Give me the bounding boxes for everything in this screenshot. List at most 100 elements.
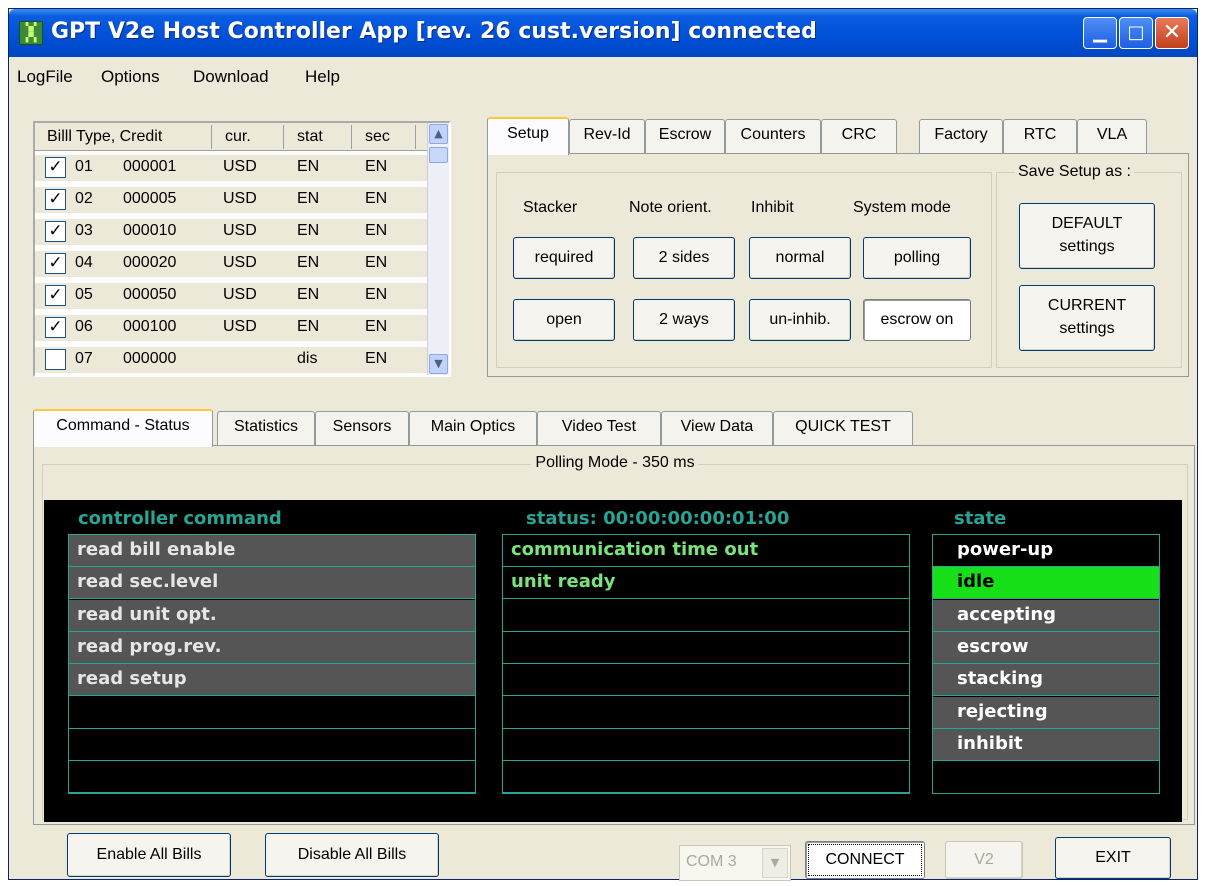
tab-rev-id[interactable]: Rev-Id	[569, 119, 645, 153]
tab-vla[interactable]: VLA	[1077, 119, 1147, 153]
tab-video-test[interactable]: Video Test	[537, 411, 661, 445]
v2-button[interactable]: V2	[945, 841, 1023, 879]
save-current-button[interactable]: CURRENT settings	[1019, 285, 1155, 351]
bill-enable-checkbox[interactable]: ✓	[45, 253, 66, 274]
command-row	[69, 697, 475, 729]
tab-statistics[interactable]: Statistics	[217, 411, 315, 445]
status-row	[503, 729, 909, 761]
bill-cell-cur: USD	[223, 286, 257, 303]
bill-enable-checkbox[interactable]: ✓	[45, 221, 66, 242]
minimize-button[interactable]: ▁	[1083, 17, 1117, 49]
status-row	[503, 600, 909, 632]
bill-cell-credit: 000020	[123, 254, 177, 271]
bill-cell-credit: 000010	[123, 222, 177, 239]
com-port-select[interactable]: COM 3 ▼	[679, 845, 791, 881]
bill-cell-stat: EN	[297, 286, 320, 303]
command-row	[69, 729, 475, 761]
inhibit-normal-button[interactable]: normal	[749, 237, 851, 279]
stacker-open-button[interactable]: open	[513, 299, 615, 341]
stacker-required-button[interactable]: required	[513, 237, 615, 279]
maximize-button[interactable]: □	[1119, 17, 1153, 49]
tab-escrow[interactable]: Escrow	[645, 119, 725, 153]
exit-button[interactable]: EXIT	[1055, 837, 1171, 879]
label-stacker: Stacker	[523, 199, 578, 216]
connect-button[interactable]: CONNECT	[805, 841, 925, 879]
bill-cell-stat: EN	[297, 190, 320, 207]
title-bar[interactable]: ▚▞ ▞▚ GPT V2e Host Controller App [rev. 2…	[9, 9, 1197, 57]
tab-factory[interactable]: Factory	[919, 119, 1003, 153]
bill-enable-checkbox[interactable]	[45, 349, 66, 370]
mode-escrow-on-button[interactable]: escrow on	[863, 299, 971, 341]
state-title: state	[954, 508, 1007, 529]
bill-enable-checkbox[interactable]: ✓	[45, 285, 66, 306]
menu-download[interactable]: Download	[193, 67, 269, 87]
command-row: read sec.level	[69, 567, 475, 600]
header-bill-type[interactable]: Billl Type, Credit	[47, 128, 162, 146]
bill-cell-cur: USD	[223, 254, 257, 271]
bill-cell-stat: EN	[297, 158, 320, 175]
tab-setup[interactable]: Setup	[487, 117, 569, 155]
state-row: stacking	[933, 664, 1159, 697]
bill-row[interactable]: ✓ 02 000005 USD EN EN	[35, 187, 427, 213]
bill-cell-num: 03	[75, 222, 93, 239]
status-list: communication time out unit ready	[502, 534, 910, 794]
dropdown-arrow-icon[interactable]: ▼	[762, 848, 788, 878]
header-stat[interactable]: stat	[297, 128, 323, 146]
orient-2-sides-button[interactable]: 2 sides	[633, 237, 735, 279]
tab-main-optics[interactable]: Main Optics	[409, 411, 537, 445]
command-status-panel: Polling Mode - 350 ms controller command…	[33, 445, 1195, 825]
bill-list-scrollbar[interactable]: ▲ ▼	[427, 123, 449, 375]
tab-counters[interactable]: Counters	[725, 119, 821, 153]
bill-cell-sec: EN	[365, 158, 388, 175]
inhibit-uninhib-button[interactable]: un-inhib.	[749, 299, 851, 341]
bill-row[interactable]: ✓ 03 000010 USD EN EN	[35, 219, 427, 245]
bill-cell-sec: EN	[365, 190, 388, 207]
bill-row[interactable]: 07 000000 dis EN	[35, 347, 427, 373]
bill-cell-stat: EN	[297, 318, 320, 335]
bill-cell-num: 01	[75, 158, 93, 175]
disable-all-bills-button[interactable]: Disable All Bills	[265, 833, 439, 877]
setup-options-group: Stacker Note orient. Inhibit System mode…	[496, 172, 992, 368]
scroll-thumb[interactable]	[429, 147, 448, 163]
bill-cell-cur: USD	[223, 190, 257, 207]
save-default-button[interactable]: DEFAULT settings	[1019, 203, 1155, 269]
scroll-up-icon[interactable]: ▲	[429, 124, 448, 144]
bill-cell-credit: 000005	[123, 190, 177, 207]
bill-row[interactable]: ✓ 01 000001 USD EN EN	[35, 155, 427, 181]
scroll-down-icon[interactable]: ▼	[429, 354, 448, 374]
menu-bar: LogFile Options Download Help	[9, 57, 1197, 97]
tab-sensors[interactable]: Sensors	[315, 411, 409, 445]
bill-enable-checkbox[interactable]: ✓	[45, 317, 66, 338]
bill-cell-sec: EN	[365, 222, 388, 239]
tab-quick-test[interactable]: QUICK TEST	[773, 411, 913, 445]
bill-cell-num: 07	[75, 350, 93, 367]
tab-crc[interactable]: CRC	[821, 119, 897, 153]
header-currency[interactable]: cur.	[225, 128, 251, 146]
bill-cell-num: 05	[75, 286, 93, 303]
tab-command-status[interactable]: Command - Status	[33, 409, 213, 447]
menu-help[interactable]: Help	[305, 67, 340, 87]
menu-options[interactable]: Options	[101, 67, 160, 87]
setup-panel: Stacker Note orient. Inhibit System mode…	[487, 153, 1189, 377]
default-line1: DEFAULT	[1051, 215, 1123, 232]
bill-enable-checkbox[interactable]: ✓	[45, 157, 66, 178]
command-row: read prog.rev.	[69, 631, 475, 664]
app-icon: ▚▞ ▞▚	[19, 21, 43, 45]
bill-row[interactable]: ✓ 04 000020 USD EN EN	[35, 251, 427, 277]
close-button[interactable]: ✕	[1155, 17, 1189, 49]
com-port-value: COM 3	[686, 853, 737, 870]
enable-all-bills-button[interactable]: Enable All Bills	[67, 833, 231, 877]
bill-row[interactable]: ✓ 06 000100 USD EN EN	[35, 315, 427, 341]
mode-polling-button[interactable]: polling	[863, 237, 971, 279]
menu-logfile[interactable]: LogFile	[17, 67, 73, 87]
command-row	[69, 761, 475, 794]
bill-enable-checkbox[interactable]: ✓	[45, 189, 66, 210]
command-row: read bill enable	[69, 535, 475, 567]
tab-view-data[interactable]: View Data	[661, 411, 773, 445]
orient-2-ways-button[interactable]: 2 ways	[633, 299, 735, 341]
header-sec[interactable]: sec	[365, 128, 390, 146]
tab-rtc[interactable]: RTC	[1003, 119, 1077, 153]
status-row: communication time out	[503, 535, 909, 567]
bill-row[interactable]: ✓ 05 000050 USD EN EN	[35, 283, 427, 309]
bill-type-list[interactable]: Billl Type, Credit cur. stat sec ✓ 01 0000…	[33, 121, 451, 377]
